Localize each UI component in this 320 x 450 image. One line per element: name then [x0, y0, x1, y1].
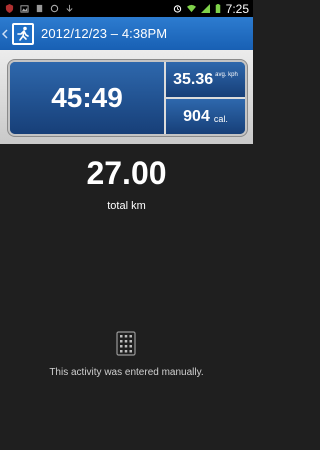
clock: 7:25 — [225, 1, 249, 16]
action-bar: 2012/12/23 – 4:38PM — [0, 17, 253, 51]
summary-panel: 45:49 35.36 avg. kph 904 cal. — [8, 60, 247, 136]
back-chevron-icon[interactable] — [2, 24, 10, 44]
calories-value: 904 — [183, 107, 210, 125]
duration-cell: 45:49 — [10, 62, 164, 134]
avg-speed-cell: 35.36 avg. kph — [166, 62, 245, 97]
signal-icon — [200, 4, 210, 13]
duration-value: 45:49 — [51, 82, 123, 113]
sync-icon — [50, 4, 59, 13]
calories-unit: cal. — [213, 113, 228, 124]
distance-value: 27.00 — [86, 155, 167, 191]
calories-cell: 904 cal. — [166, 99, 245, 134]
photo-icon — [20, 5, 29, 13]
notification-icons — [0, 4, 74, 13]
manual-entry-message: This activity was entered manually. — [49, 367, 204, 378]
summary-band: 45:49 35.36 avg. kph 904 cal. — [0, 50, 253, 144]
battery-icon — [215, 4, 220, 13]
distance-label: total km — [107, 200, 146, 212]
system-icons: 7:25 — [173, 2, 253, 16]
shield-icon — [5, 4, 14, 13]
avg-speed-value: 35.36 — [173, 70, 214, 88]
download-icon — [66, 4, 73, 12]
avg-speed-unit: avg. kph — [215, 72, 238, 78]
wifi-icon — [186, 4, 196, 13]
status-bar: 7:25 — [0, 0, 253, 17]
running-app-icon[interactable] — [12, 22, 34, 45]
alarm-icon — [173, 5, 181, 13]
sd-card-icon — [36, 4, 43, 13]
keypad-icon — [116, 331, 136, 356]
activity-date-title: 2012/12/23 – 4:38PM — [41, 26, 168, 41]
